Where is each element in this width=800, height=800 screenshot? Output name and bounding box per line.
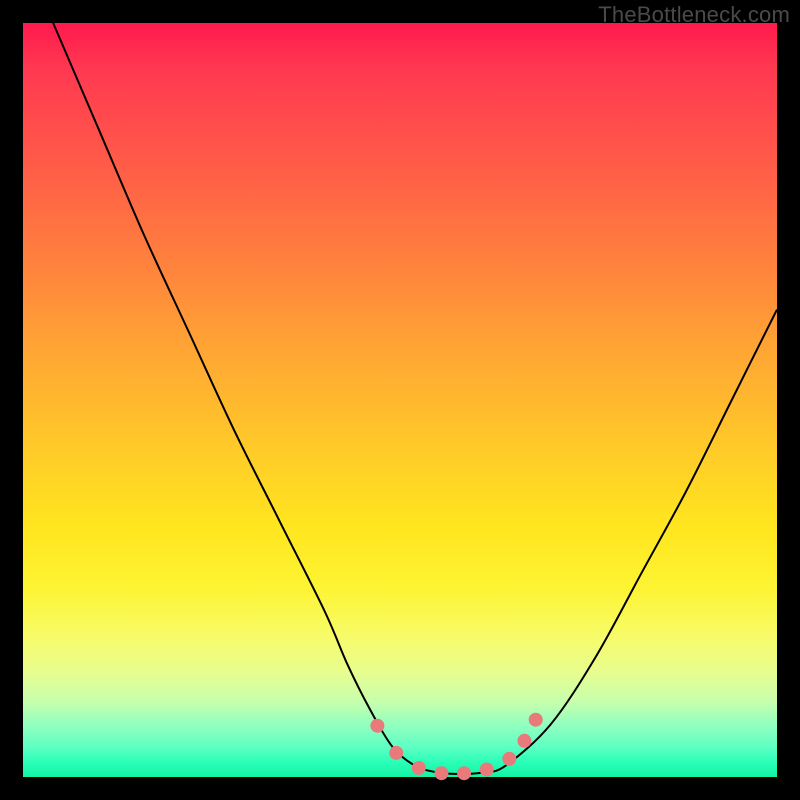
- watermark-label: TheBottleneck.com: [598, 2, 790, 28]
- marker-point: [370, 719, 384, 733]
- chart-frame: TheBottleneck.com: [0, 0, 800, 800]
- marker-point: [457, 766, 471, 780]
- marker-point: [434, 766, 448, 780]
- marker-point: [389, 746, 403, 760]
- plot-area: [23, 23, 777, 777]
- marker-point: [529, 713, 543, 727]
- trough-markers: [370, 713, 542, 781]
- marker-point: [480, 762, 494, 776]
- marker-point: [412, 761, 426, 775]
- curve-layer: [23, 23, 777, 777]
- marker-point: [502, 752, 516, 766]
- bottleneck-curve: [53, 23, 777, 774]
- marker-point: [517, 734, 531, 748]
